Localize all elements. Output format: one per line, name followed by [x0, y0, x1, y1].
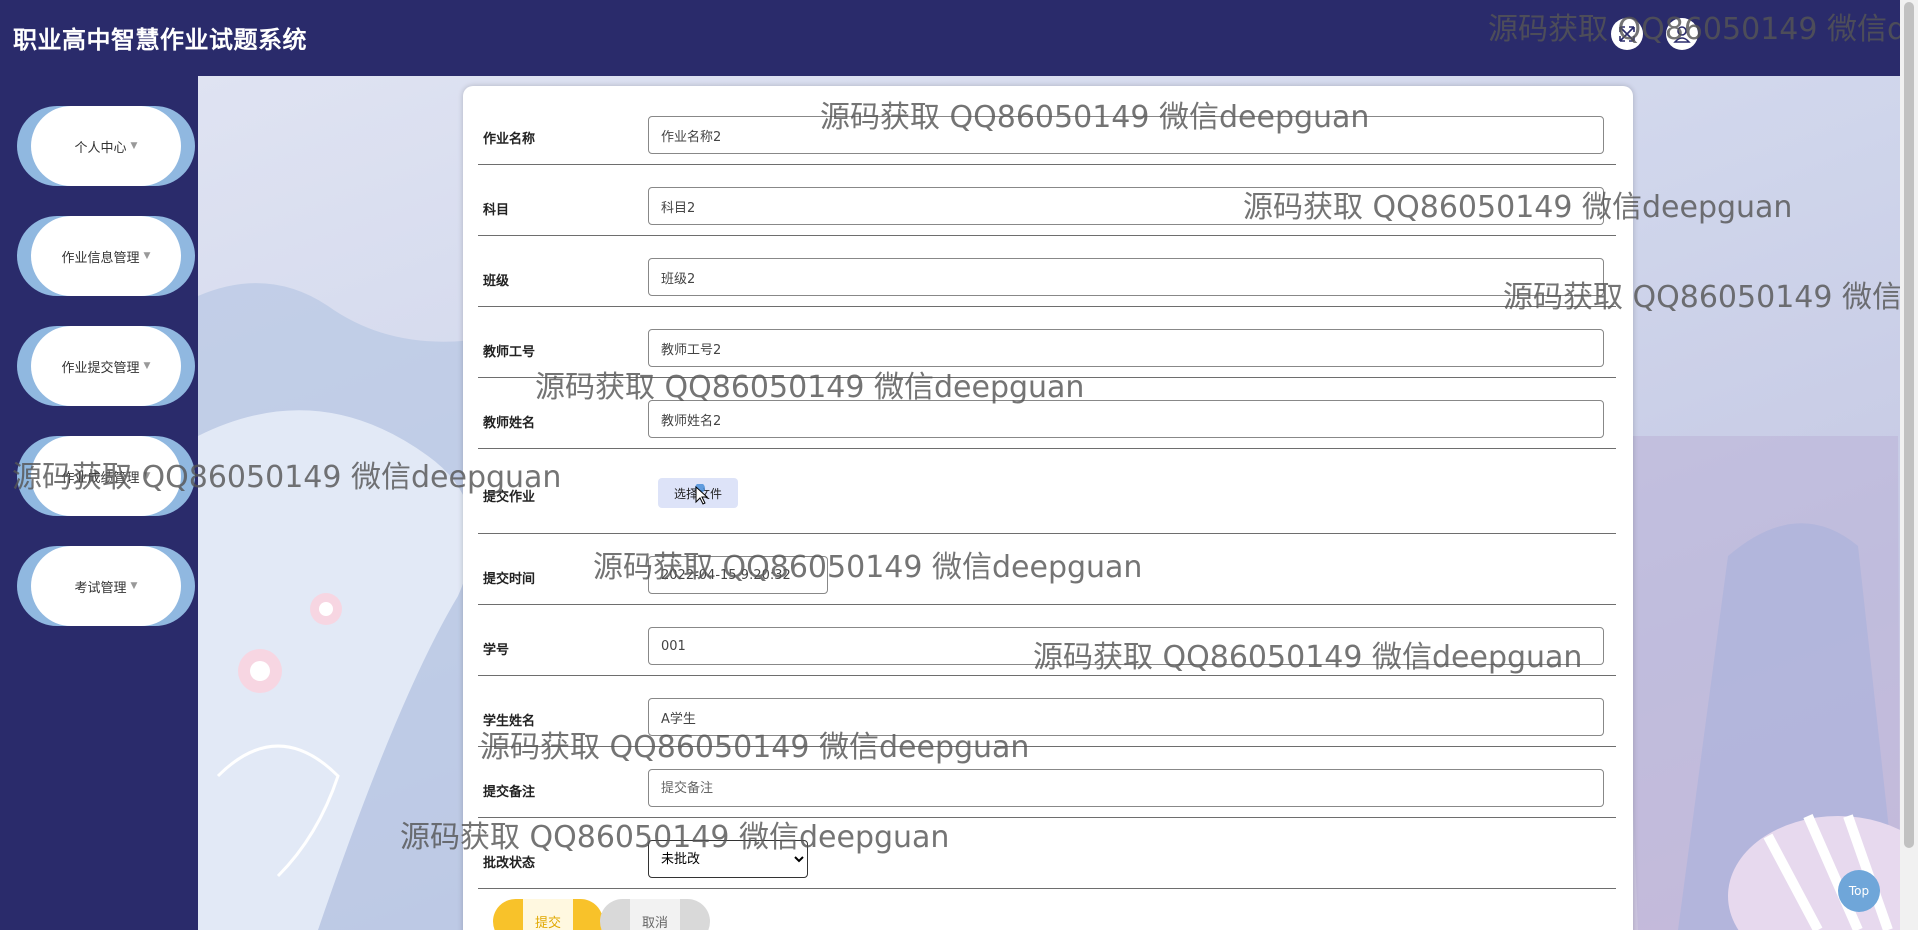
chevron-down-icon: ▼: [130, 141, 138, 151]
form-row-class: 班级: [478, 236, 1616, 307]
app-title: 职业高中智慧作业试题系统: [13, 26, 307, 54]
menu-pill[interactable]: 个人中心 ▼: [31, 106, 181, 186]
sidebar-item-label: 个人中心: [74, 140, 127, 156]
submit-button[interactable]: 提交: [493, 899, 603, 930]
form-row-remark: 提交备注: [478, 747, 1616, 818]
sidebar-item-homework-grades[interactable]: 作业成绩管理 ▼: [17, 436, 195, 516]
file-label: 提交作业: [483, 490, 536, 505]
student-name-label: 学生姓名: [483, 714, 536, 729]
top-bar: 职业高中智慧作业试题系统: [0, 0, 1918, 76]
content-area: 作业名称 科目 班级 教师工号 教师姓名 提交作业 选择文件: [198, 76, 1900, 930]
teacher-name-label: 教师姓名: [483, 416, 536, 431]
chevron-down-icon: ▼: [130, 581, 138, 591]
sidebar-item-label: 作业成绩管理: [61, 470, 140, 486]
menu-pill[interactable]: 作业提交管理 ▼: [31, 326, 181, 406]
form-row-file: 提交作业 选择文件: [478, 449, 1616, 534]
chevron-down-icon: ▼: [143, 471, 151, 481]
user-icon[interactable]: [1666, 18, 1698, 50]
menu-pill[interactable]: 作业成绩管理 ▼: [31, 436, 181, 516]
form-row-status: 批改状态 未批改: [478, 818, 1616, 889]
cancel-button-label: 取消: [630, 899, 680, 930]
class-input[interactable]: [648, 258, 1604, 296]
sidebar-item-homework-info[interactable]: 作业信息管理 ▼: [17, 216, 195, 296]
form-row-submit-time: 提交时间: [478, 534, 1616, 605]
menu-pill[interactable]: 考试管理 ▼: [31, 546, 181, 626]
form-row-homework-name: 作业名称: [478, 86, 1616, 165]
submit-button-label: 提交: [523, 899, 573, 930]
cancel-button[interactable]: 取消: [600, 899, 710, 930]
form-actions: 提交 取消: [478, 889, 1078, 930]
page-scrollbar[interactable]: [1900, 0, 1918, 930]
sidebar-item-label: 作业信息管理: [61, 250, 140, 266]
submit-time-label: 提交时间: [483, 572, 536, 587]
subject-input[interactable]: [648, 187, 1604, 225]
scrollbar-thumb[interactable]: [1904, 2, 1914, 848]
remark-input[interactable]: [648, 769, 1604, 807]
status-select[interactable]: 未批改: [648, 840, 808, 878]
sidebar-item-label: 考试管理: [74, 580, 127, 596]
form-row-teacher-name: 教师姓名: [478, 378, 1616, 449]
teacher-id-input[interactable]: [648, 329, 1604, 367]
chevron-down-icon: ▼: [143, 251, 151, 261]
student-no-label: 学号: [483, 643, 510, 658]
cursor-icon: [695, 484, 709, 505]
homework-name-label: 作业名称: [483, 132, 536, 147]
chevron-down-icon: ▼: [143, 361, 151, 371]
form-row-teacher-id: 教师工号: [478, 307, 1616, 378]
student-name-input[interactable]: [648, 698, 1604, 736]
sidebar-item-homework-submit[interactable]: 作业提交管理 ▼: [17, 326, 195, 406]
back-to-top-button[interactable]: Top: [1838, 870, 1880, 912]
form-row-student-name: 学生姓名: [478, 676, 1616, 747]
subject-label: 科目: [483, 203, 510, 218]
menu-pill[interactable]: 作业信息管理 ▼: [31, 216, 181, 296]
submit-time-input[interactable]: [648, 556, 828, 594]
student-no-input[interactable]: [648, 627, 1604, 665]
class-label: 班级: [483, 274, 510, 289]
form-row-student-no: 学号: [478, 605, 1616, 676]
submission-form: 作业名称 科目 班级 教师工号 教师姓名 提交作业 选择文件: [463, 86, 1633, 930]
teacher-id-label: 教师工号: [483, 345, 536, 360]
sidebar-item-label: 作业提交管理: [61, 360, 140, 376]
sidebar: 个人中心 ▼ 作业信息管理 ▼ 作业提交管理 ▼ 作业成绩管理 ▼ 考试管理 ▼: [0, 76, 198, 930]
fullscreen-icon[interactable]: [1611, 18, 1643, 50]
sidebar-item-personal-center[interactable]: 个人中心 ▼: [17, 106, 195, 186]
status-label: 批改状态: [483, 856, 536, 871]
remark-label: 提交备注: [483, 785, 536, 800]
homework-name-input[interactable]: [648, 116, 1604, 154]
form-row-subject: 科目: [478, 165, 1616, 236]
teacher-name-input[interactable]: [648, 400, 1604, 438]
sidebar-item-exam[interactable]: 考试管理 ▼: [17, 546, 195, 626]
